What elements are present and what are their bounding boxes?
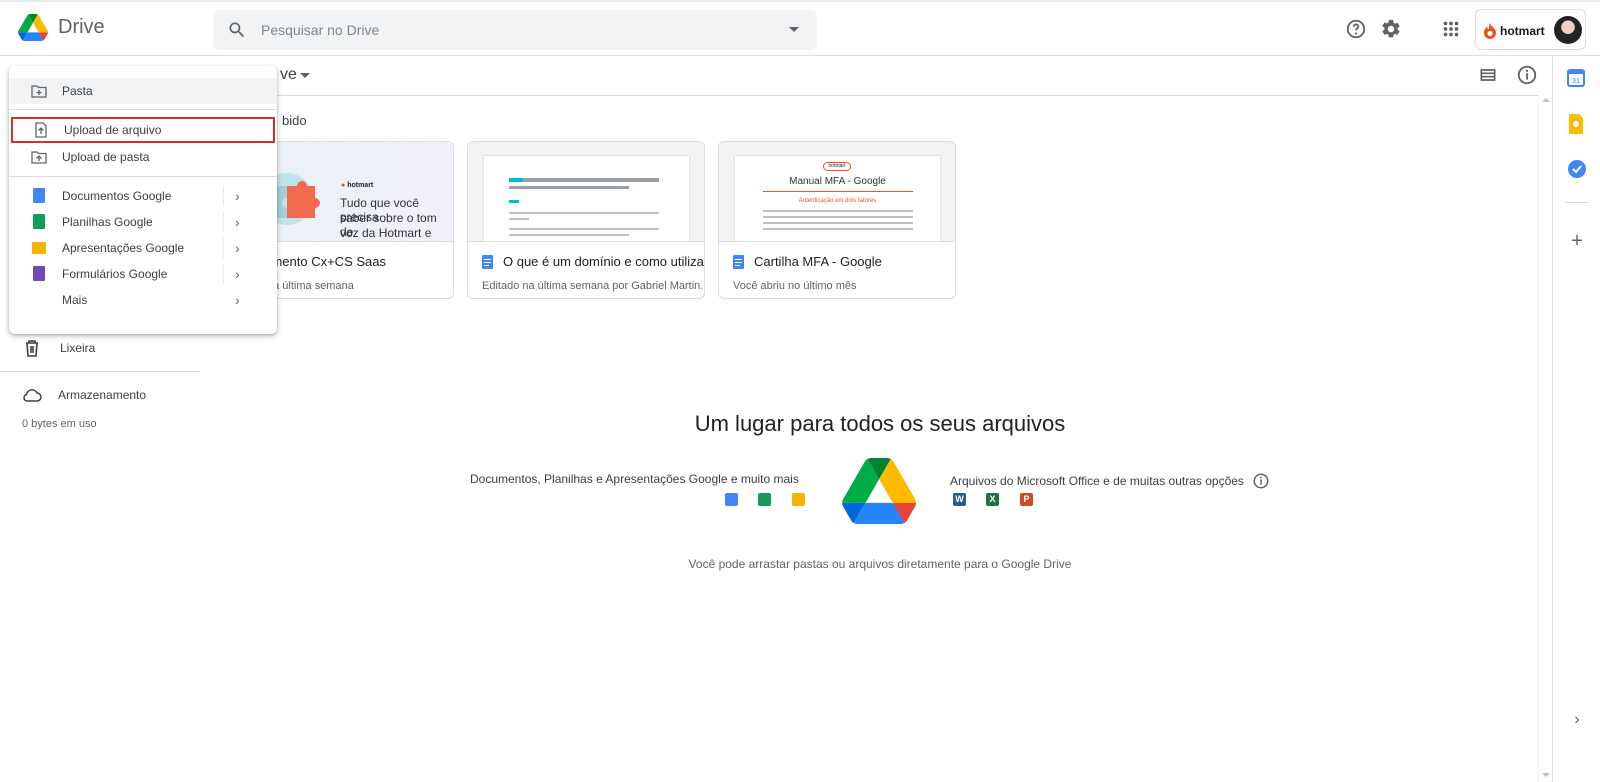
side-panel: 31 + ›: [1552, 56, 1600, 782]
breadcrumb-caret-icon[interactable]: [300, 73, 310, 78]
new-item-menu: Pasta Upload de arquivo Upload de pasta …: [9, 66, 277, 334]
google-forms-icon: [33, 266, 45, 281]
top-bar: Drive Pesquisar no Drive hotmart: [0, 0, 1600, 56]
menu-divider: [9, 109, 277, 110]
hotmart-logo: hotmart: [1483, 23, 1545, 39]
google-slides-icon: [32, 242, 46, 254]
thumb-line-3: voz da Hotmart e: [340, 226, 432, 240]
account-brand: hotmart: [1500, 24, 1545, 38]
doc-preview: hotmart Manual MFA - Google Autenticação…: [735, 156, 940, 241]
drive-logo-icon: [18, 14, 48, 41]
keep-icon[interactable]: [1567, 114, 1587, 134]
file-name: O que é um domínio e como utiliza-l...: [482, 254, 704, 269]
scroll-up-arrow-icon[interactable]: [1542, 98, 1550, 102]
menu-item-google-forms[interactable]: Formulários Google ›: [9, 261, 277, 287]
google-slides-icon: [792, 493, 805, 506]
submenu-chevron-icon: ›: [235, 240, 240, 256]
thumb-title: Manual MFA - Google: [789, 176, 886, 187]
sidebar-item-label: Armazenamento: [58, 388, 147, 402]
drive-large-logo-icon: [842, 458, 916, 524]
google-sheets-icon: [758, 493, 771, 506]
google-docs-icon: [33, 188, 45, 203]
file-upload-icon: [35, 122, 47, 138]
file-card[interactable]: O que é um domínio e como utiliza-l... E…: [467, 141, 705, 299]
empty-state-drag-hint: Você pode arrastar pastas ou arquivos di…: [688, 557, 1072, 571]
section-title: bido: [282, 113, 307, 128]
file-activity: Você abriu no último mês: [733, 280, 857, 292]
submenu-chevron-icon: ›: [235, 266, 240, 282]
expand-panel-chevron-icon[interactable]: ›: [1567, 711, 1587, 731]
avatar[interactable]: [1554, 16, 1582, 44]
menu-item-folder-upload[interactable]: Upload de pasta: [9, 144, 277, 170]
empty-state-office-text: Arquivos do Microsoft Office e de muitas…: [950, 472, 1270, 490]
sidebar-item-trash[interactable]: Lixeira: [24, 339, 95, 357]
storage-usage: 0 bytes em uso: [22, 418, 97, 430]
file-name: Cartilha MFA - Google: [733, 254, 882, 269]
details-info-icon[interactable]: [1516, 64, 1538, 86]
menu-item-file-upload[interactable]: Upload de arquivo: [11, 117, 275, 143]
powerpoint-icon: P: [1020, 493, 1033, 506]
app-title: Drive: [58, 16, 105, 38]
google-docs-icon: [482, 254, 493, 269]
sidebar-item-label: Lixeira: [60, 341, 96, 355]
excel-icon: X: [986, 493, 999, 506]
file-activity: Editado na última semana por Gabriel Mar…: [482, 280, 705, 292]
sidebar-item-storage[interactable]: Armazenamento: [22, 388, 146, 402]
file-activity: na última semana: [267, 280, 354, 292]
file-thumbnail: hotmart Manual MFA - Google Autenticação…: [719, 142, 955, 242]
help-icon[interactable]: [1345, 18, 1367, 40]
doc-preview: [484, 156, 689, 241]
account-switcher[interactable]: hotmart: [1475, 9, 1586, 50]
submenu-chevron-icon: ›: [235, 292, 240, 308]
submenu-chevron-icon: ›: [235, 214, 240, 230]
menu-item-google-sheets[interactable]: Planilhas Google ›: [9, 209, 277, 235]
menu-item-more[interactable]: Mais ›: [9, 287, 277, 313]
google-sheets-icon: [33, 214, 45, 229]
sidebar-divider: [0, 371, 200, 372]
trash-icon: [26, 340, 38, 357]
content-header: ve: [200, 56, 1538, 96]
empty-state-title: Um lugar para todos os seus arquivos: [694, 411, 1066, 436]
google-docs-icon: [733, 254, 744, 269]
hotmart-flame-icon: [1484, 23, 1496, 39]
settings-gear-icon[interactable]: [1380, 18, 1402, 40]
menu-item-google-slides[interactable]: Apresentações Google ›: [9, 235, 277, 261]
drive-logo[interactable]: Drive: [18, 14, 105, 41]
cloud-icon: [23, 389, 42, 402]
menu-item-new-folder[interactable]: Pasta: [9, 78, 277, 104]
apps-grid-icon[interactable]: [1440, 18, 1462, 40]
scroll-down-arrow-icon[interactable]: [1542, 773, 1550, 777]
side-panel-divider: [1565, 202, 1589, 203]
thumb-subtitle: Autenticação em dois fatores: [798, 198, 877, 204]
search-bar[interactable]: Pesquisar no Drive: [213, 10, 817, 50]
word-icon: W: [953, 493, 966, 506]
search-input[interactable]: Pesquisar no Drive: [261, 22, 379, 38]
info-icon[interactable]: [1252, 472, 1270, 490]
file-thumbnail: [468, 142, 704, 242]
search-options-caret-icon[interactable]: [789, 27, 799, 32]
svg-text:31: 31: [1572, 78, 1580, 85]
menu-divider: [9, 176, 277, 177]
new-folder-icon: [31, 85, 47, 98]
add-addon-plus-icon[interactable]: +: [1567, 231, 1587, 252]
file-card[interactable]: hotmart Manual MFA - Google Autenticação…: [718, 141, 956, 299]
hotmart-mini-logo: ● hotmart: [341, 182, 374, 189]
google-docs-icon: [725, 493, 738, 506]
list-view-icon[interactable]: [1478, 65, 1498, 85]
empty-state-google-text: Documentos, Planilhas e Apresentações Go…: [470, 472, 799, 486]
search-icon[interactable]: [227, 20, 247, 40]
submenu-chevron-icon: ›: [235, 188, 240, 204]
scrollbar[interactable]: [1538, 95, 1552, 782]
breadcrumb[interactable]: ve: [280, 66, 297, 84]
menu-item-google-docs[interactable]: Documentos Google ›: [9, 183, 277, 209]
tasks-icon[interactable]: [1567, 159, 1587, 179]
calendar-icon[interactable]: 31: [1567, 69, 1587, 89]
folder-upload-icon: [31, 151, 47, 164]
